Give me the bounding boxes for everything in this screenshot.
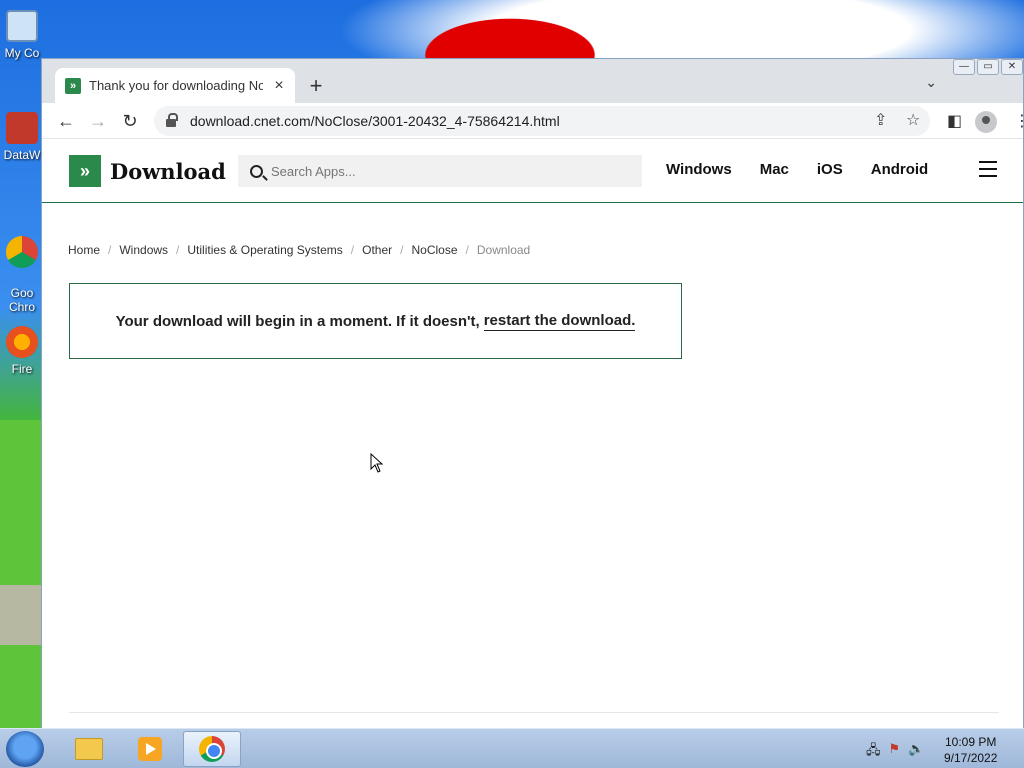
browser-window: » Thank you for downloading NoC × + ⌄ — … <box>41 58 1024 729</box>
search-input[interactable] <box>271 163 611 179</box>
download-notice-text: Your download will begin in a moment. If… <box>115 312 480 330</box>
browser-toolbar: ← → ↻ download.cnet.com/NoClose/3001-204… <box>42 103 1024 139</box>
back-arrow-icon[interactable]: ← <box>54 109 78 133</box>
nav-link-mac[interactable]: Mac <box>760 161 789 178</box>
share-icon[interactable]: ⇪ <box>874 110 887 130</box>
site-logo[interactable]: » Download <box>69 155 226 187</box>
profile-avatar-icon[interactable] <box>975 111 997 133</box>
download-notice: Your download will begin in a moment. If… <box>69 283 682 359</box>
clock-date: 9/17/2022 <box>944 751 998 765</box>
breadcrumb-other[interactable]: Other <box>362 243 392 257</box>
folder-icon <box>75 738 103 760</box>
minimize-button[interactable]: — <box>953 59 975 75</box>
nav-link-windows[interactable]: Windows <box>666 161 732 178</box>
system-tray: 🖧 ⚑ 🔈 <box>866 741 924 763</box>
taskbar-chrome[interactable] <box>183 731 241 767</box>
search-icon <box>250 164 263 178</box>
breadcrumb-windows[interactable]: Windows <box>119 243 168 257</box>
search-bar[interactable] <box>238 155 642 187</box>
breadcrumb-download: Download <box>476 243 531 257</box>
system-clock[interactable]: 10:09 PM 9/17/2022 <box>944 734 997 766</box>
tab-strip: » Thank you for downloading NoC × + ⌄ — … <box>42 59 1023 103</box>
footer-divider <box>69 712 999 713</box>
breadcrumb-separator: / <box>176 243 180 257</box>
breadcrumb-home[interactable]: Home <box>68 243 100 257</box>
download-logo-icon: » <box>69 155 101 187</box>
desktop-icon-label: Goo Chro <box>8 286 35 314</box>
logo-text: Download <box>110 158 226 184</box>
action-center-flag-icon[interactable]: ⚑ <box>889 741 901 763</box>
tab-close-icon[interactable]: × <box>271 77 287 95</box>
firefox-icon <box>6 326 38 358</box>
desktop-icon-label: DataW <box>3 148 41 162</box>
close-button[interactable]: ✕ <box>1001 59 1023 75</box>
tab-title: Thank you for downloading NoC <box>89 78 263 93</box>
reload-icon[interactable]: ↻ <box>118 109 142 133</box>
chrome-icon <box>199 736 225 762</box>
datawrapper-icon <box>6 112 38 144</box>
desktop-icon-datawrapper[interactable]: DataW <box>0 112 44 162</box>
restart-download-link[interactable]: restart the download. <box>483 312 636 331</box>
side-panel-icon[interactable]: ◧ <box>947 111 962 131</box>
breadcrumb-noclose[interactable]: NoClose <box>411 243 457 257</box>
computer-icon <box>6 10 38 42</box>
volume-icon[interactable]: 🔈 <box>908 741 924 763</box>
mouse-cursor-icon <box>370 453 384 473</box>
menu-dots-icon[interactable]: ⋮ <box>1014 111 1024 131</box>
breadcrumb-utilities[interactable]: Utilities & Operating Systems <box>187 243 342 257</box>
new-tab-button[interactable]: + <box>304 73 328 99</box>
clock-time: 10:09 PM <box>945 735 997 749</box>
site-nav: Windows Mac iOS Android <box>666 161 956 178</box>
window-controls: — ▭ ✕ <box>953 59 1023 75</box>
breadcrumb: Home / Windows / Utilities & Operating S… <box>68 243 530 257</box>
wallpaper-block <box>0 585 45 645</box>
chrome-icon <box>6 236 38 268</box>
taskbar: 🖧 ⚑ 🔈 10:09 PM 9/17/2022 <box>0 728 1024 768</box>
site-header: » Download Windows Mac iOS Android <box>42 139 1023 203</box>
desktop-icon-google-chrome[interactable]: Goo Chro <box>0 222 44 314</box>
download-favicon-icon: » <box>65 77 81 94</box>
breadcrumb-separator: / <box>465 243 469 257</box>
start-button[interactable] <box>6 731 44 767</box>
url-text[interactable]: download.cnet.com/NoClose/3001-20432_4-7… <box>190 113 560 129</box>
address-bar[interactable]: download.cnet.com/NoClose/3001-20432_4-7… <box>154 106 930 136</box>
hamburger-menu-icon[interactable] <box>979 161 997 182</box>
nav-link-ios[interactable]: iOS <box>817 161 843 178</box>
desktop-icon-my-computer[interactable]: My Co <box>0 10 44 60</box>
breadcrumb-separator: / <box>108 243 112 257</box>
breadcrumb-separator: / <box>400 243 404 257</box>
bookmark-star-icon[interactable]: ☆ <box>906 110 920 130</box>
breadcrumb-separator: / <box>350 243 355 257</box>
web-page: » Download Windows Mac iOS Android Home … <box>42 139 1023 729</box>
restore-button[interactable]: ▭ <box>977 59 999 75</box>
desktop-icon-label: My Co <box>4 46 40 60</box>
browser-tab[interactable]: » Thank you for downloading NoC × <box>55 68 295 103</box>
chevron-down-icon[interactable]: ⌄ <box>925 74 937 91</box>
forward-arrow-icon[interactable]: → <box>86 109 110 133</box>
media-player-icon <box>138 737 162 761</box>
desktop-icon-label: Fire <box>11 362 33 376</box>
taskbar-media-player[interactable] <box>121 731 179 767</box>
desktop-icon-firefox[interactable]: Fire <box>0 326 44 376</box>
lock-icon[interactable] <box>166 113 178 127</box>
nav-link-android[interactable]: Android <box>871 161 929 178</box>
taskbar-explorer[interactable] <box>60 731 118 767</box>
network-icon[interactable]: 🖧 <box>866 741 881 763</box>
